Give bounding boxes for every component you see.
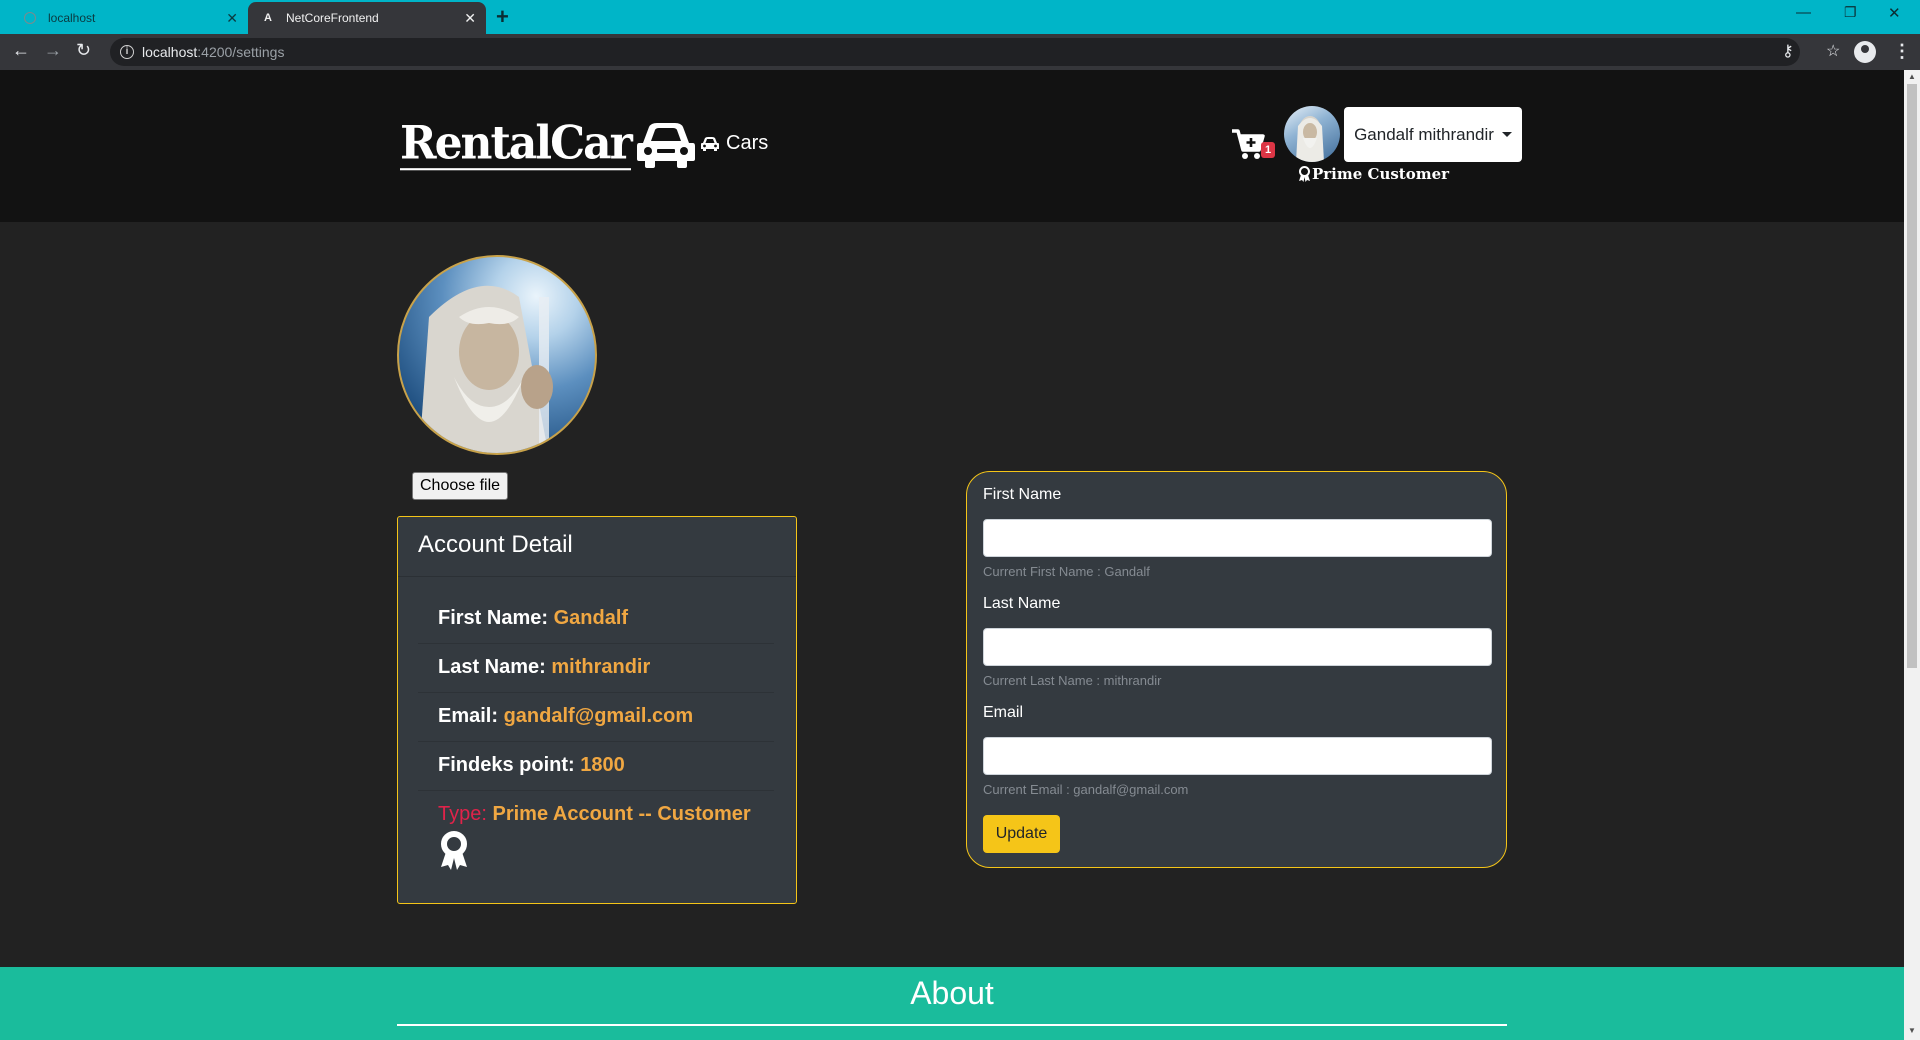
scroll-up-icon[interactable]: ▲: [1908, 72, 1916, 81]
logo-text: RentalCar: [400, 116, 633, 171]
choose-file-button[interactable]: Choose file: [412, 472, 509, 500]
restore-icon[interactable]: ❐: [1844, 4, 1857, 21]
about-divider: [397, 1024, 1507, 1026]
header-avatar[interactable]: [1284, 106, 1340, 162]
item-label: Email:: [438, 705, 499, 727]
first-name-label: First Name: [983, 486, 1062, 503]
last-name-input[interactable]: [983, 628, 1492, 666]
email-help: Current Email : gandalf@gmail.com: [983, 782, 1189, 797]
minimize-icon[interactable]: —: [1796, 4, 1811, 21]
reload-icon[interactable]: ↻: [76, 40, 91, 61]
scrollbar-thumb[interactable]: [1907, 84, 1917, 668]
list-item-first-name: First Name: Gandalf: [418, 595, 774, 644]
item-value: gandalf@gmail.com: [503, 705, 694, 727]
profile-picture: [397, 255, 597, 455]
award-icon: [1299, 166, 1310, 182]
item-value: 1800: [580, 754, 625, 776]
car-icon: [636, 122, 695, 168]
user-dropdown-button[interactable]: Gandalf mithrandir: [1344, 107, 1522, 162]
email-input[interactable]: [983, 737, 1492, 775]
last-name-label: Last Name: [983, 595, 1061, 612]
item-label: First Name:: [438, 607, 549, 629]
membership-label: Prime Customer: [1312, 165, 1450, 183]
about-section: About: [0, 967, 1904, 1040]
item-label: Findeks point:: [438, 754, 575, 776]
close-icon[interactable]: ✕: [464, 10, 476, 27]
tab-netcorefrontend[interactable]: A NetCoreFrontend ✕: [248, 2, 486, 34]
angular-icon: A: [264, 12, 272, 24]
close-icon[interactable]: ✕: [226, 10, 238, 27]
item-value: mithrandir: [551, 656, 651, 678]
account-detail-list: First Name: Gandalf Last Name: mithrandi…: [418, 595, 774, 881]
browser-tab-strip: localhost ✕ A NetCoreFrontend ✕ + — ❐ ✕: [0, 0, 1920, 34]
tab-title: NetCoreFrontend: [286, 11, 379, 25]
rentalcar-logo[interactable]: RentalCar: [400, 116, 697, 171]
nav-cars-label: Cars: [726, 132, 769, 154]
site-header: RentalCar Cars 1 Gandalf mithrandir Prim…: [0, 70, 1904, 222]
car-icon: [701, 136, 719, 151]
password-key-icon[interactable]: ⚷: [1782, 41, 1794, 61]
tab-localhost[interactable]: localhost ✕: [12, 2, 248, 34]
card-title: Account Detail: [398, 517, 796, 577]
browser-toolbar: ← → ↻ i localhost:4200/settings ⚷ ☆: [0, 34, 1920, 70]
item-value: Prime Account -- Customer: [492, 803, 751, 825]
page-scrollbar[interactable]: ▲ ▼: [1904, 70, 1920, 1040]
user-name: Gandalf mithrandir: [1354, 124, 1494, 144]
browser-menu-icon[interactable]: ⋮: [1893, 41, 1911, 62]
first-name-input[interactable]: [983, 519, 1492, 557]
url-text[interactable]: localhost:4200/settings: [142, 44, 284, 60]
update-button[interactable]: Update: [983, 815, 1060, 853]
list-item-type: Type: Prime Account -- Customer: [418, 791, 774, 881]
tab-title: localhost: [48, 11, 96, 25]
membership-tag: Prime Customer: [1298, 165, 1449, 183]
list-item-email: Email: gandalf@gmail.com: [418, 693, 774, 742]
email-label: Email: [983, 704, 1024, 721]
new-tab-icon[interactable]: +: [496, 4, 509, 30]
window-close-icon[interactable]: ✕: [1888, 4, 1901, 22]
first-name-help: Current First Name : Gandalf: [983, 564, 1150, 579]
cart-count-badge: 1: [1261, 142, 1275, 158]
last-name-help: Current Last Name : mithrandir: [983, 673, 1162, 688]
update-form-card: First Name Current First Name : Gandalf …: [966, 471, 1507, 868]
bookmark-star-icon[interactable]: ☆: [1826, 41, 1840, 61]
avatar-image: [1296, 116, 1324, 162]
info-icon[interactable]: i: [120, 45, 134, 59]
item-label: Last Name:: [438, 656, 546, 678]
award-icon: [441, 831, 467, 870]
caret-down-icon: [1501, 132, 1512, 137]
forward-icon[interactable]: →: [44, 40, 62, 61]
profile-icon[interactable]: [1854, 41, 1876, 63]
address-bar[interactable]: i localhost:4200/settings ⚷ ☆: [110, 38, 1840, 66]
nav-cars-link[interactable]: Cars: [700, 132, 768, 155]
list-item-findeks: Findeks point: 1800: [418, 742, 774, 791]
page-viewport: RentalCar Cars 1 Gandalf mithrandir Prim…: [0, 70, 1904, 1040]
globe-icon: [24, 12, 36, 24]
item-value: Gandalf: [553, 607, 629, 629]
profile-image: [419, 285, 553, 453]
list-item-last-name: Last Name: mithrandir: [418, 644, 774, 693]
scroll-down-icon[interactable]: ▼: [1908, 1026, 1916, 1035]
about-title: About: [910, 975, 994, 1011]
account-detail-card: Account Detail First Name: Gandalf Last …: [397, 516, 797, 904]
back-icon[interactable]: ←: [12, 40, 30, 61]
item-label: Type:: [438, 803, 487, 825]
